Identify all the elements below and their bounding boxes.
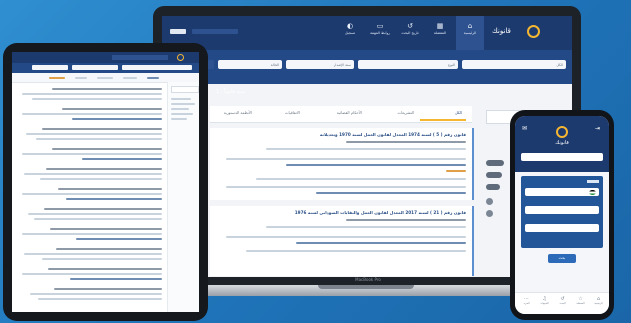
sidebar-tag[interactable]	[486, 172, 502, 178]
tablet-logo-icon	[177, 54, 184, 61]
tabbar-home-label: الرئيسية	[594, 302, 603, 305]
tabbar-search-label: البحث	[559, 302, 566, 305]
result-card[interactable]: قانون رقم ( 21 ) لسنة 2017 المعدل لقانون…	[210, 206, 474, 276]
nav-links-label: روابط المهمة	[370, 31, 390, 35]
nav-history-label: تاريخ البحث	[401, 31, 419, 35]
tabbar-favorites-label: المفضلة	[576, 302, 585, 305]
sidebar-dot-icon[interactable]	[486, 198, 493, 205]
nav-links[interactable]: ▭ روابط المهمة	[366, 22, 394, 35]
nav-history[interactable]: ↺ تاريخ البحث	[396, 22, 424, 35]
tablet-nav-bar	[12, 52, 199, 63]
sidebar-tag[interactable]	[486, 160, 504, 166]
history-icon: ↺	[407, 22, 413, 30]
tab-judgments[interactable]: الأحكام القضائية	[337, 110, 362, 115]
nav-register-label: تسجيل	[344, 31, 356, 35]
laptop-model-label: MacBook Pro	[355, 277, 381, 282]
tab-all[interactable]: الكل	[455, 110, 462, 115]
phone-tab-bar: ⌂ الرئيسية ☆ المفضلة ↺ البحث ♫ التنبيهات ⋯ ال…	[515, 292, 609, 314]
filter-all-label: الكل	[556, 62, 563, 67]
tabbar-alerts[interactable]: ♫ التنبيهات	[537, 296, 552, 305]
top-navigation-bar: ⌂ الرئيسية ▦ المفضلة ↺ تاريخ البحث ▭ روا…	[162, 16, 572, 50]
tab-agreements[interactable]: الاتفاقيات	[285, 110, 300, 115]
tabbar-more[interactable]: ⋯ المزيد	[519, 296, 534, 305]
tablet-filter-select[interactable]	[122, 65, 192, 70]
mail-icon[interactable]: ✉	[522, 125, 527, 132]
nav-favorites-label: المفضلة	[433, 31, 447, 35]
tabbar-favorites[interactable]: ☆ المفضلة	[573, 296, 588, 305]
tab-constitutional[interactable]: الأنظمة الدستورية	[224, 110, 252, 115]
language-switch[interactable]	[170, 29, 186, 34]
calendar-icon: ▦	[436, 22, 444, 30]
theme-icon: ◐	[346, 22, 354, 30]
laptop-notch	[318, 285, 414, 289]
account-menu[interactable]	[192, 29, 238, 34]
tablet-screen	[12, 52, 199, 312]
phone-search-button[interactable]: بحث	[548, 254, 576, 263]
phone-logo-icon	[556, 126, 568, 138]
tablet-sidebar	[167, 82, 199, 312]
logo-icon	[527, 25, 540, 38]
country-select[interactable]	[525, 188, 599, 196]
tabbar-alerts-label: التنبيهات	[540, 302, 549, 305]
filter-status-select[interactable]: الحالة	[218, 60, 282, 69]
logo-text: قانونك	[492, 27, 511, 35]
phone-logo-text: قانونك	[555, 140, 569, 146]
year-select[interactable]	[525, 224, 599, 232]
flag-icon	[589, 189, 596, 195]
results-count-title: ستة قانوناً : 1	[216, 89, 245, 95]
tablet-nav-items[interactable]	[112, 55, 168, 60]
nav-home-label: الرئيسية	[463, 31, 477, 35]
result-card-title[interactable]: قانون رقم ( 21 ) لسنة 2017 المعدل لقانون…	[295, 210, 466, 215]
tablet-filter-bar	[12, 63, 199, 73]
filter-type-select[interactable]: النوع	[358, 60, 458, 69]
sidebar-dot-icon[interactable]	[486, 210, 493, 217]
nav-home[interactable]: ⌂ الرئيسية	[456, 16, 484, 50]
phone-header: ✉ ⇥ قانونك	[515, 116, 609, 172]
sidebar-tag[interactable]	[486, 184, 500, 190]
phone-screen: ✉ ⇥ قانونك بحث ⌂ الرئيسية ☆ المفضلة ↺ البحث…	[515, 116, 609, 314]
folder-icon: ▭	[376, 22, 384, 30]
logout-icon[interactable]: ⇥	[595, 125, 600, 132]
form-heading	[587, 180, 599, 183]
tabbar-search[interactable]: ↺ البحث	[555, 296, 570, 305]
result-card-title[interactable]: قانون رقم ( 5 ) لسنة 1974 المعدل لقانون …	[320, 132, 466, 137]
tablet-results-list	[16, 84, 164, 310]
tablet-filter-select[interactable]	[72, 65, 118, 70]
tabbar-more-label: المزيد	[523, 302, 530, 305]
nav-favorites[interactable]: ▦ المفضلة	[426, 22, 454, 35]
filter-type-label: النوع	[448, 62, 455, 67]
category-select[interactable]	[525, 206, 599, 214]
tablet-filter-select[interactable]	[32, 65, 68, 70]
tabbar-home[interactable]: ⌂ الرئيسية	[591, 296, 606, 305]
tab-legislation[interactable]: التشريعات	[398, 110, 414, 115]
tablet-sidebar-search[interactable]	[171, 86, 199, 93]
nav-register[interactable]: ◐ تسجيل	[336, 22, 364, 35]
active-tab-underline	[420, 119, 466, 121]
filter-year-label: سنة الإصدار	[333, 62, 351, 67]
home-icon: ⌂	[467, 22, 473, 30]
result-card[interactable]: قانون رقم ( 5 ) لسنة 1974 المعدل لقانون …	[210, 128, 474, 200]
filter-year-select[interactable]: سنة الإصدار	[286, 60, 354, 69]
filter-all-select[interactable]: الكل	[462, 60, 566, 69]
filter-status-label: الحالة	[270, 62, 279, 67]
phone-search-input[interactable]	[521, 153, 603, 161]
